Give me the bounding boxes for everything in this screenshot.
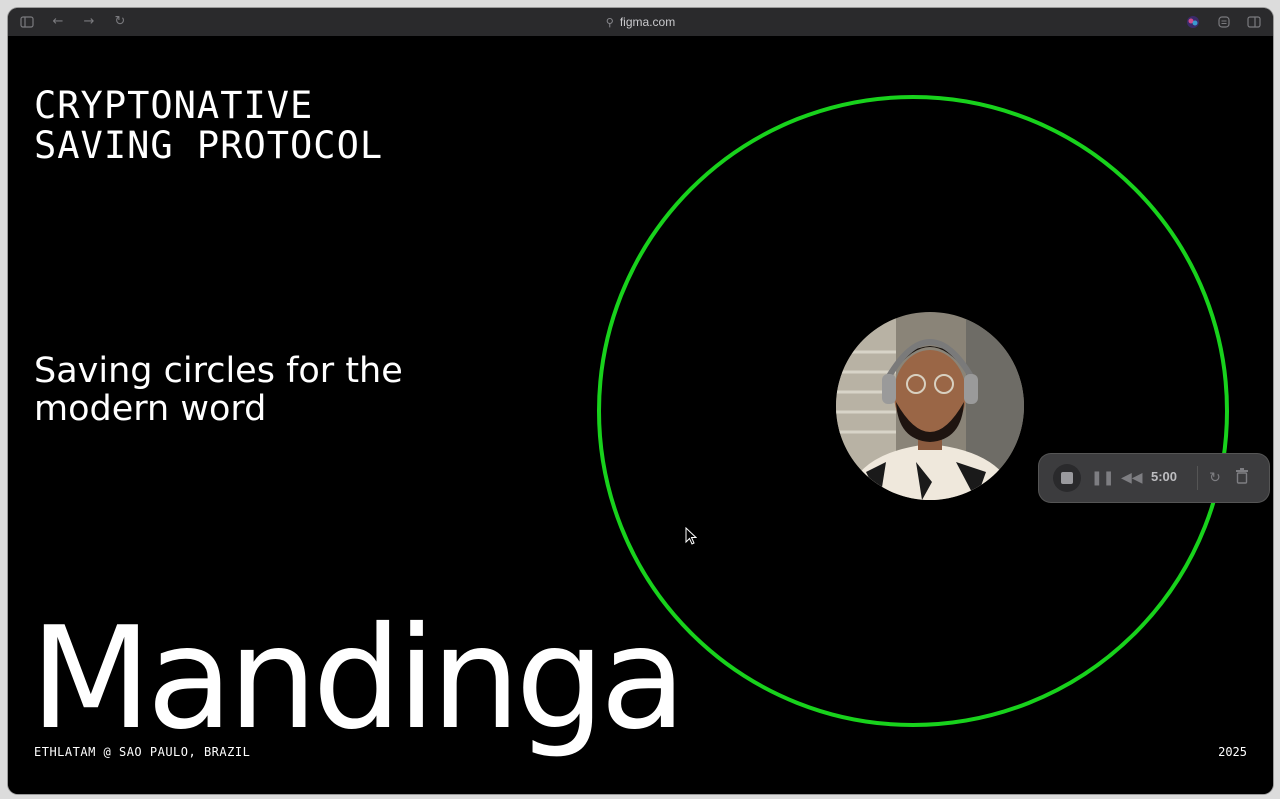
split-view-icon[interactable] xyxy=(1247,15,1261,29)
address-bar[interactable]: ⚲ figma.com xyxy=(8,8,1273,36)
rewind-icon[interactable]: ◀◀ xyxy=(1121,468,1143,488)
slide-tagline: Saving circles for the modern word xyxy=(34,351,403,429)
extension-icon[interactable] xyxy=(1186,15,1200,29)
restart-icon[interactable]: ↻ xyxy=(1205,468,1225,488)
share-icon[interactable] xyxy=(1217,15,1231,29)
trash-icon[interactable] xyxy=(1232,468,1252,488)
browser-toolbar: ← → ↻ ⚲ figma.com xyxy=(8,8,1273,37)
presenter-camera-bubble[interactable] xyxy=(836,312,1024,500)
url-text: figma.com xyxy=(619,15,676,29)
stop-icon[interactable] xyxy=(1053,464,1081,492)
recording-timer: 5:00 xyxy=(1151,469,1178,484)
mouse-cursor-icon xyxy=(685,527,697,545)
recording-controls: ❚❚ ◀◀ 5:00 ↻ xyxy=(1039,454,1269,502)
event-label: ETHLATAM @ SAO PAULO, BRAZIL xyxy=(34,745,251,759)
pause-icon[interactable]: ❚❚ xyxy=(1091,468,1114,488)
divider xyxy=(1197,466,1198,490)
browser-window: ← → ↻ ⚲ figma.com CRYPTONATIVE SAVING PRO… xyxy=(8,8,1273,794)
link-icon: ⚲ xyxy=(605,16,614,29)
year-label: 2025 xyxy=(1218,745,1247,759)
presentation-slide: CRYPTONATIVE SAVING PROTOCOL Saving circ… xyxy=(8,36,1273,794)
brand-title: Mandinga xyxy=(30,597,686,761)
slide-subtitle: CRYPTONATIVE SAVING PROTOCOL xyxy=(34,84,384,167)
